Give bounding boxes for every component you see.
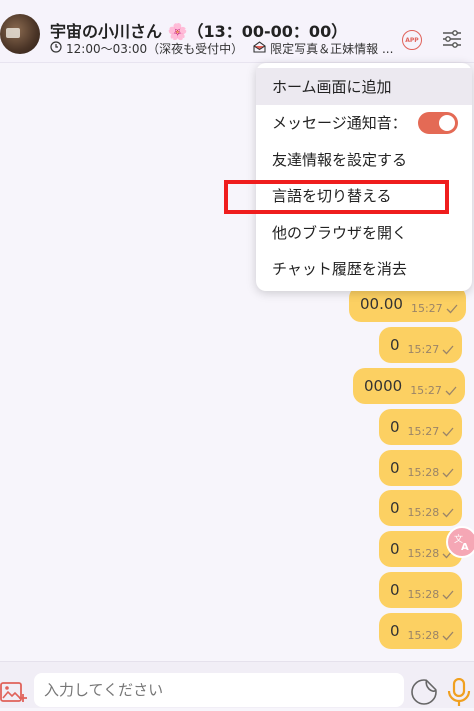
message-time: 15:27: [410, 383, 442, 397]
message-text: 0: [390, 459, 400, 477]
svg-text:A: A: [461, 542, 469, 552]
menu-item-label: メッセージ通知音：: [272, 114, 407, 133]
sliders-icon[interactable]: [440, 28, 464, 50]
highlight-box: [224, 180, 449, 214]
microphone-icon[interactable]: [446, 677, 472, 707]
check-icon: [442, 463, 454, 482]
message-time: 15:27: [407, 342, 440, 356]
contact-name: 宇宙の小川さん 🌸（13：00-00：00）: [50, 22, 348, 41]
message-bubble[interactable]: 0000 15:27: [353, 368, 465, 404]
message-bubble[interactable]: 0 15:28: [379, 572, 463, 608]
message-text: 0: [390, 418, 400, 436]
menu-item-friend-info[interactable]: 友達情報を設定する: [256, 141, 472, 178]
app-button[interactable]: APP: [402, 30, 422, 50]
check-icon: [442, 585, 454, 604]
message-time: 15:28: [407, 465, 440, 479]
avatar[interactable]: [0, 14, 40, 54]
image-add-icon[interactable]: [0, 680, 28, 704]
menu-item-notification-sound[interactable]: メッセージ通知音：: [256, 105, 472, 142]
menu-item-label: チャット履歴を消去: [272, 260, 407, 279]
menu-item-clear-history[interactable]: チャット履歴を消去: [256, 251, 472, 288]
options-menu: ホーム画面に追加 メッセージ通知音： 友達情報を設定する 言語を切り替える 他の…: [256, 63, 472, 291]
menu-item-open-browser[interactable]: 他のブラウザを開く: [256, 214, 472, 251]
check-icon: [445, 381, 457, 400]
message-input[interactable]: [34, 673, 404, 707]
message-bubble[interactable]: 0 15:28: [379, 490, 463, 526]
check-icon: [446, 299, 458, 318]
message-text: 00.00: [360, 295, 403, 313]
menu-item-add-to-home[interactable]: ホーム画面に追加: [256, 68, 472, 105]
message-time: 15:27: [410, 301, 443, 315]
message-bubble[interactable]: 0 15:28: [379, 450, 463, 486]
message-time: 15:28: [407, 587, 440, 601]
check-icon: [442, 626, 454, 645]
menu-item-label: 友達情報を設定する: [272, 150, 408, 169]
message-time: 15:28: [407, 628, 440, 642]
message-text: 0: [390, 499, 400, 517]
envelope-icon: [253, 41, 266, 56]
check-icon: [442, 340, 454, 359]
message-bubble[interactable]: 0 15:28: [379, 613, 463, 649]
message-time: 15:28: [407, 505, 440, 519]
translate-icon[interactable]: 文 A: [446, 526, 474, 558]
message-text: 0: [390, 622, 400, 640]
message-text: 0000: [364, 377, 403, 395]
chat-header: 宇宙の小川さん 🌸（13：00-00：00） 12:00〜03:00（深夜も受付…: [0, 0, 474, 63]
message-text: 0: [390, 336, 400, 354]
message-text: 0: [390, 540, 400, 558]
message-time: 15:28: [407, 546, 440, 560]
message-bubble[interactable]: 0 15:27: [379, 327, 463, 363]
check-icon: [442, 503, 454, 522]
menu-item-label: 他のブラウザを開く: [272, 223, 408, 242]
check-icon: [442, 422, 454, 441]
menu-item-label: ホーム画面に追加: [272, 77, 392, 96]
message-bubble[interactable]: 0 15:27: [379, 409, 463, 445]
business-hours: 12:00〜03:00（深夜も受付中）: [66, 42, 244, 56]
message-bubble[interactable]: 00.00 15:27: [349, 286, 466, 322]
message-time: 15:27: [407, 424, 440, 438]
notice-text[interactable]: 限定写真＆正妹情報 ...: [270, 40, 393, 57]
sound-toggle[interactable]: [418, 111, 458, 134]
clock-icon: [50, 41, 62, 56]
message-text: 0: [390, 581, 400, 599]
sticker-icon[interactable]: [410, 678, 438, 706]
contact-meta: 12:00〜03:00（深夜も受付中） 限定写真＆正妹情報 ...: [50, 40, 393, 57]
